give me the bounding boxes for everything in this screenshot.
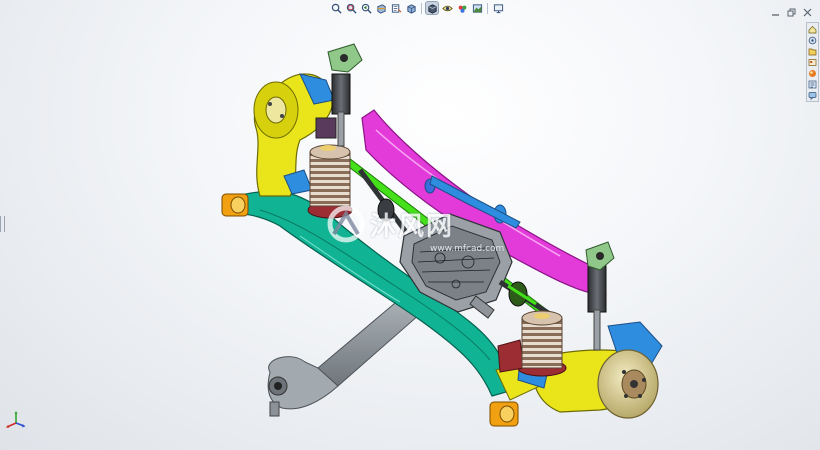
design-library-icon[interactable]	[807, 35, 818, 45]
minimize-icon[interactable]	[771, 2, 780, 16]
window-controls	[771, 2, 812, 17]
edit-appearance-icon[interactable]	[456, 2, 468, 14]
zoom-to-area-icon[interactable]	[345, 2, 357, 14]
zoom-to-fit-icon[interactable]	[330, 2, 342, 14]
hide-show-items-icon[interactable]	[441, 2, 453, 14]
display-style-icon[interactable]	[425, 1, 439, 15]
resources-icon[interactable]	[807, 24, 818, 34]
shock-absorber-right[interactable]	[585, 241, 615, 351]
triad-axes-icon	[6, 411, 26, 428]
view-orientation-icon[interactable]	[405, 2, 417, 14]
toolbar-separator	[487, 2, 488, 14]
panel-splitter-handle[interactable]	[0, 216, 5, 232]
coil-spring-left[interactable]	[307, 144, 353, 219]
coil-spring-right[interactable]	[497, 310, 567, 377]
brake-disc-right[interactable]	[597, 349, 659, 419]
previous-view-icon[interactable]	[360, 2, 372, 14]
section-view-icon[interactable]	[375, 2, 387, 14]
appearances-icon[interactable]	[807, 68, 818, 78]
view-palette-icon[interactable]	[807, 57, 818, 67]
reference-triad	[4, 408, 28, 430]
view-settings-icon[interactable]	[492, 2, 504, 14]
graphics-area[interactable]: 沐风网 www.mfcad.com	[0, 0, 820, 450]
custom-properties-icon[interactable]	[807, 79, 818, 89]
bushing-rear-right[interactable]	[489, 401, 519, 427]
model-view[interactable]	[0, 0, 820, 450]
dynamic-annotation-icon[interactable]	[390, 2, 402, 14]
close-icon[interactable]	[803, 2, 812, 17]
toolbar-separator	[421, 2, 422, 14]
heads-up-view-toolbar	[330, 1, 504, 15]
restore-icon[interactable]	[787, 2, 796, 17]
solidworks-forum-icon[interactable]	[807, 90, 818, 100]
task-pane-tabs	[806, 22, 819, 102]
apply-scene-icon[interactable]	[471, 2, 483, 14]
bushing-front-left[interactable]	[221, 193, 249, 217]
file-explorer-icon[interactable]	[807, 46, 818, 56]
